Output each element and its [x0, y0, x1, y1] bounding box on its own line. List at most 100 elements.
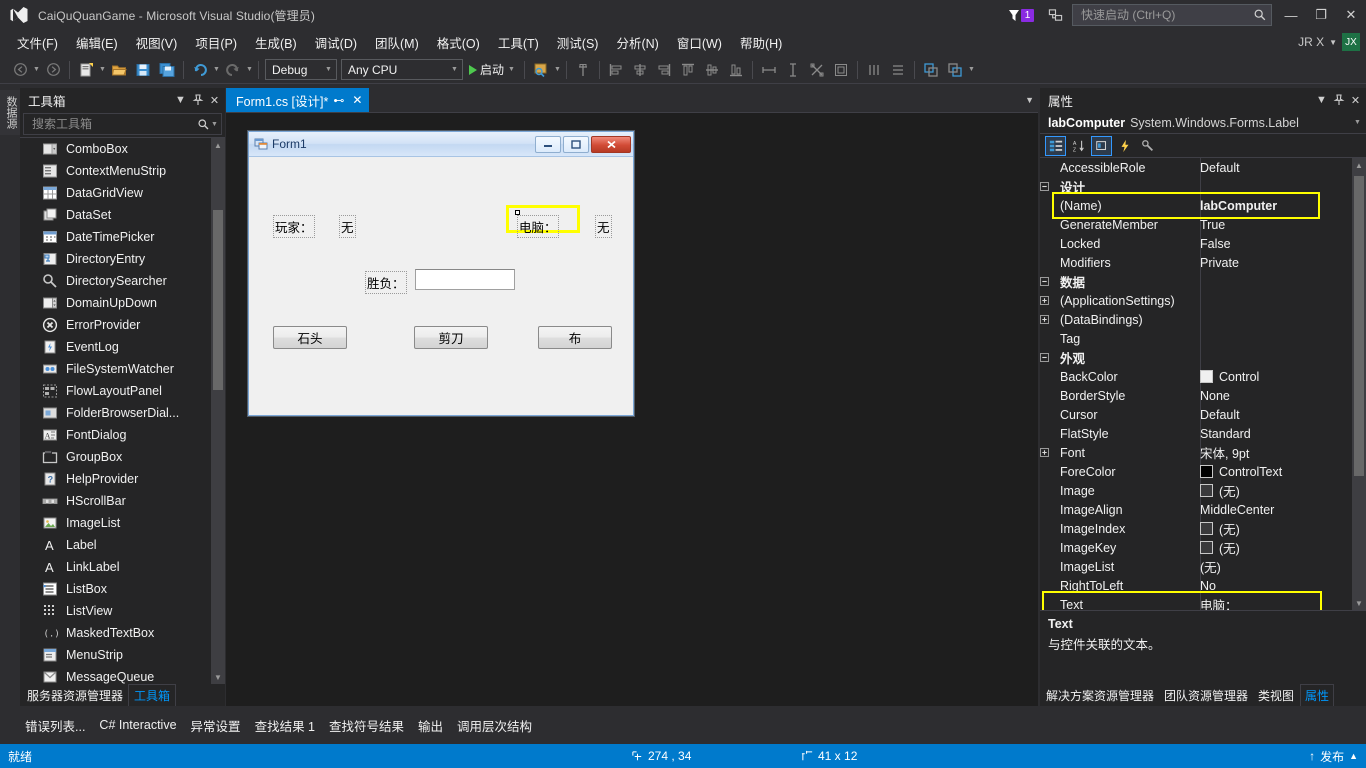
property-row-backcolor[interactable]: BackColor Control [1040, 367, 1366, 386]
property-value[interactable]: None [1200, 389, 1366, 403]
alphabetical-view-icon[interactable]: AZ [1068, 136, 1089, 156]
property-row-cursor[interactable]: Cursor Default [1040, 405, 1366, 424]
scroll-down-icon[interactable]: ▼ [1352, 596, 1366, 610]
expand-icon[interactable] [1040, 315, 1058, 324]
chevron-down-icon[interactable]: ▼ [1313, 92, 1330, 109]
property-row-righttoleft[interactable]: RightToLeft No [1040, 576, 1366, 595]
vertical-tab-data-sources[interactable]: 数据源 [0, 90, 22, 135]
expand-icon[interactable] [1040, 296, 1058, 305]
toolbox-item-contextmenustrip[interactable]: ContextMenuStrip [20, 160, 225, 182]
toolbox-item-listbox[interactable]: ListBox [20, 578, 225, 600]
menu-item-file[interactable]: 文件(F) [8, 30, 67, 55]
align-middles-icon[interactable] [701, 59, 723, 81]
toolbox-item-directorysearcher[interactable]: DirectorySearcher [20, 270, 225, 292]
scroll-up-icon[interactable]: ▲ [211, 138, 225, 152]
property-row-databindings[interactable]: (DataBindings) [1040, 310, 1366, 329]
toolbox-item-label[interactable]: A Label [20, 534, 225, 556]
toolbox-item-groupbox[interactable]: GroupBox [20, 446, 225, 468]
property-row-tag[interactable]: Tag [1040, 329, 1366, 348]
design-selection-handle[interactable] [515, 210, 520, 215]
menu-item-debug[interactable]: 调试(D) [306, 30, 366, 55]
undo-icon[interactable] [189, 59, 211, 81]
make-same-width-icon[interactable] [758, 59, 780, 81]
property-row-外观[interactable]: 外观 [1040, 348, 1366, 367]
toolbox-scrollbar[interactable]: ▲ ▼ [211, 138, 225, 684]
toolbox-item-fontdialog[interactable]: A FontDialog [20, 424, 225, 446]
toolbox-item-eventlog[interactable]: EventLog [20, 336, 225, 358]
send-to-back-icon[interactable] [944, 59, 966, 81]
tab-properties[interactable]: 属性 [1300, 684, 1335, 706]
property-value[interactable]: Default [1200, 161, 1366, 175]
property-row-flatstyle[interactable]: FlatStyle Standard [1040, 424, 1366, 443]
quick-launch-box[interactable] [1072, 4, 1272, 26]
design-label-result-title[interactable]: 胜负： [365, 271, 407, 294]
make-vertical-spacing-equal-icon[interactable] [887, 59, 909, 81]
toolbar-overflow-icon[interactable]: ▼ [967, 66, 976, 73]
align-to-grid-icon[interactable] [572, 59, 594, 81]
pin-icon[interactable] [1330, 92, 1347, 109]
events-view-icon[interactable] [1114, 136, 1135, 156]
scroll-down-icon[interactable]: ▼ [211, 670, 225, 684]
document-tab-overflow[interactable]: ▼ [1025, 88, 1038, 112]
property-row-modifiers[interactable]: Modifiers Private [1040, 253, 1366, 272]
property-row-locked[interactable]: Locked False [1040, 234, 1366, 253]
menu-item-view[interactable]: 视图(V) [127, 30, 187, 55]
size-to-grid-icon[interactable] [830, 59, 852, 81]
attach-dropdown-icon[interactable]: ▼ [553, 66, 562, 73]
save-icon[interactable] [132, 59, 154, 81]
property-value[interactable]: Default [1200, 408, 1366, 422]
notifications-button[interactable]: 1 [1006, 7, 1034, 23]
save-all-icon[interactable] [156, 59, 178, 81]
property-value[interactable]: labComputer [1200, 199, 1366, 213]
property-row-imagekey[interactable]: ImageKey (无) [1040, 538, 1366, 557]
property-value[interactable]: Control [1200, 370, 1366, 384]
menu-item-analyze[interactable]: 分析(N) [607, 30, 667, 55]
navigate-backward-icon[interactable] [9, 59, 31, 81]
toolbox-item-errorprovider[interactable]: ErrorProvider [20, 314, 225, 336]
attach-to-process-icon[interactable] [530, 59, 552, 81]
tab-error-list[interactable]: 错误列表... [18, 714, 92, 737]
property-value[interactable]: MiddleCenter [1200, 503, 1366, 517]
toolbox-item-maskedtextbox[interactable]: (.). MaskedTextBox [20, 622, 225, 644]
window-restore-button[interactable]: ❐ [1306, 0, 1336, 30]
property-row-accessiblerole[interactable]: AccessibleRole Default [1040, 158, 1366, 177]
solution-configuration-combo[interactable]: Debug ▼ [265, 59, 337, 80]
toolbox-item-datagridview[interactable]: DataGridView [20, 182, 225, 204]
collapse-icon[interactable] [1040, 182, 1058, 191]
property-row-设计[interactable]: 设计 [1040, 177, 1366, 196]
property-row-image[interactable]: Image (无) [1040, 481, 1366, 500]
menu-item-window[interactable]: 窗口(W) [668, 30, 731, 55]
tab-output[interactable]: 输出 [411, 714, 450, 737]
align-tops-icon[interactable] [677, 59, 699, 81]
properties-object-selector[interactable]: labComputer System.Windows.Forms.Label ▼ [1040, 112, 1366, 134]
property-value[interactable]: (无) [1200, 557, 1366, 576]
design-form-body[interactable]: 玩家： 无 电脑： 无 胜负： 石头 剪刀 布 [249, 157, 633, 415]
property-value[interactable]: 宋体, 9pt [1200, 443, 1366, 462]
status-publish-area[interactable]: ↑ 发布 ▲ [1309, 748, 1358, 765]
close-icon[interactable]: ✕ [349, 93, 365, 107]
avatar[interactable]: JX [1342, 33, 1360, 51]
start-debug-button[interactable]: 启动 ▼ [465, 61, 520, 78]
menu-item-test[interactable]: 测试(S) [548, 30, 608, 55]
tab-toolbox[interactable]: 工具箱 [128, 684, 177, 706]
properties-scrollbar[interactable]: ▲ ▼ [1352, 158, 1366, 610]
property-row-imagelist[interactable]: ImageList (无) [1040, 557, 1366, 576]
bring-to-front-icon[interactable] [920, 59, 942, 81]
scrollbar-thumb[interactable] [213, 210, 223, 390]
menu-item-edit[interactable]: 编辑(E) [67, 30, 127, 55]
align-centers-icon[interactable] [629, 59, 651, 81]
menu-item-format[interactable]: 格式(O) [428, 30, 489, 55]
toolbox-item-combobox[interactable]: ComboBox [20, 138, 225, 160]
chevron-down-icon[interactable]: ▼ [1353, 119, 1362, 126]
toolbox-item-imagelist[interactable]: ImageList [20, 512, 225, 534]
send-feedback-icon[interactable] [1044, 4, 1066, 26]
properties-grid[interactable]: AccessibleRole Default 设计 (Name) labComputer… [1040, 158, 1366, 610]
toolbox-item-hscrollbar[interactable]: HScrollBar [20, 490, 225, 512]
navigate-forward-icon[interactable] [42, 59, 64, 81]
align-bottoms-icon[interactable] [725, 59, 747, 81]
align-rights-icon[interactable] [653, 59, 675, 81]
close-icon[interactable]: ✕ [1347, 92, 1364, 109]
property-row-font[interactable]: Font 宋体, 9pt [1040, 443, 1366, 462]
account-name[interactable]: JR X [1298, 35, 1324, 49]
design-label-player-title[interactable]: 玩家： [273, 215, 315, 238]
